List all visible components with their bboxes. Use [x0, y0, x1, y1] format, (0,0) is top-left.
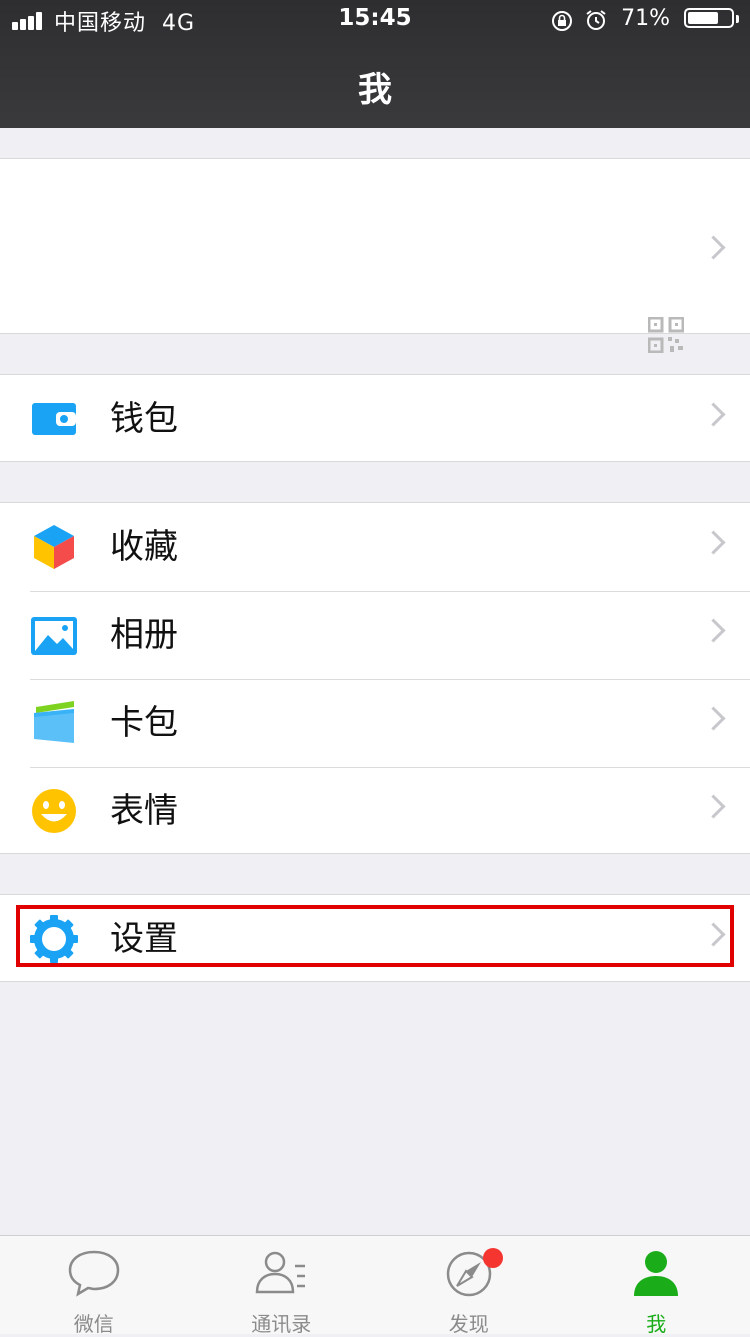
menu-item-label: 钱包 — [110, 395, 178, 443]
notification-badge — [483, 1248, 503, 1268]
chevron-right-icon — [701, 618, 725, 642]
card-icon — [30, 699, 78, 747]
chat-icon — [64, 1248, 124, 1300]
cube-icon — [30, 523, 78, 571]
wallet-section: 钱包 — [0, 374, 750, 462]
tab-label: 通讯录 — [188, 1308, 376, 1337]
menu-item-wallet[interactable]: 钱包 — [0, 375, 750, 463]
photo-icon — [30, 611, 78, 659]
profile-card[interactable] — [0, 158, 750, 334]
tab-chats[interactable]: 微信 — [0, 1236, 188, 1335]
highlight-box — [16, 905, 734, 967]
rotation-lock-icon — [550, 9, 574, 33]
menu-item-stickers[interactable]: 表情 — [0, 767, 750, 855]
chevron-right-icon — [701, 530, 725, 554]
tab-bar: 微信 通讯录 发现 我 — [0, 1235, 750, 1334]
menu-item-label: 表情 — [110, 787, 178, 835]
wallet-icon — [30, 395, 78, 443]
menu-item-settings[interactable]: 设置 — [0, 895, 750, 983]
menu-item-label: 卡包 — [110, 699, 178, 747]
top-bar: 中国移动 4G 15:45 71% 我 — [0, 0, 750, 128]
menu-item-favorites[interactable]: 收藏 — [0, 503, 750, 591]
status-right: 71% — [550, 6, 740, 34]
battery-icon — [684, 8, 734, 28]
tab-contacts[interactable]: 通讯录 — [188, 1236, 376, 1335]
chevron-right-icon — [701, 706, 725, 730]
tab-label: 发现 — [375, 1308, 563, 1337]
alarm-icon — [584, 8, 608, 32]
tab-discover[interactable]: 发现 — [375, 1236, 563, 1335]
settings-section: 设置 — [0, 894, 750, 982]
chevron-right-icon — [701, 794, 725, 818]
status-bar: 中国移动 4G 15:45 71% — [0, 0, 750, 40]
me-icon — [626, 1248, 686, 1300]
tab-label: 我 — [563, 1308, 750, 1337]
chevron-right-icon — [701, 235, 725, 259]
contacts-icon — [251, 1248, 311, 1300]
menu-item-label: 相册 — [110, 611, 178, 659]
menu-item-cards[interactable]: 卡包 — [0, 679, 750, 767]
smiley-icon — [30, 787, 78, 835]
battery-percent: 71% — [621, 6, 670, 31]
menu-item-album[interactable]: 相册 — [0, 591, 750, 679]
tab-me[interactable]: 我 — [563, 1236, 750, 1335]
chevron-right-icon — [701, 402, 725, 426]
menu-item-label: 收藏 — [110, 523, 178, 571]
page-title: 我 — [0, 62, 750, 111]
tab-label: 微信 — [0, 1308, 188, 1337]
features-section: 收藏 相册 卡包 表情 — [0, 502, 750, 854]
qr-code-icon[interactable] — [648, 317, 684, 353]
